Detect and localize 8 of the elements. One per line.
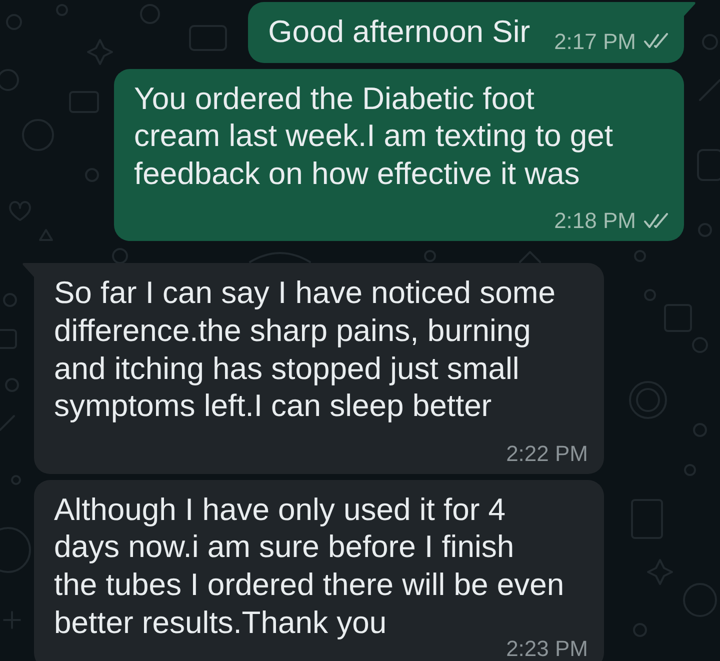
message-text: You ordered the Diabetic foot cream last week.I am texting to get feedback on how effective it was: [134, 80, 613, 192]
message-time: 2:22 PM: [506, 444, 588, 462]
message-time: 2:23 PM: [506, 640, 588, 658]
message-text: Although I have only used it for 4 days now.i am sure before I finish the tubes I ordered there will be even better results.Thank you: [54, 492, 564, 640]
message-text: Good afternoon Sir: [268, 14, 530, 49]
message-text: So far I can say I have noticed some difference.the sharp pains, burning and itching has stopped just small symptoms left.I can sleep better: [54, 275, 556, 424]
message-time: 2:18 PM: [554, 212, 636, 230]
message-time: 2:17 PM: [554, 32, 636, 50]
